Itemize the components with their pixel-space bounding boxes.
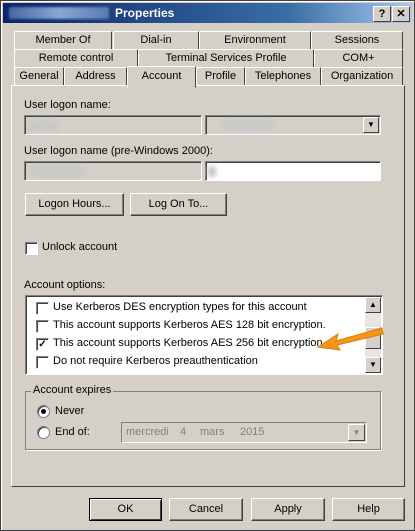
apply-button[interactable]: Apply [251, 498, 325, 521]
redacted-text [31, 166, 85, 177]
scroll-down-icon[interactable]: ▼ [365, 357, 381, 373]
unlock-account-label: Unlock account [42, 241, 118, 253]
date-year: 2015 [240, 426, 265, 438]
list-item[interactable]: ✓ This account supports Kerberos AES 256… [36, 336, 356, 352]
date-month: mars [200, 426, 225, 438]
option-label: Do not require Kerberos preauthenticatio… [53, 355, 258, 367]
logon-name-label: User logon name: [24, 99, 111, 111]
logon-name-pre2000-input[interactable] [205, 161, 381, 181]
expiry-date-picker: mercredi 4 mars 2015 ▼ [121, 422, 367, 443]
redacted-text [29, 120, 59, 131]
option-checkbox[interactable] [36, 356, 49, 369]
option-label: This account supports Kerberos AES 256 b… [53, 337, 326, 349]
calendar-dropdown-icon: ▼ [348, 424, 365, 441]
ok-button[interactable]: OK [89, 498, 162, 521]
option-label: This account supports Kerberos AES 128 b… [53, 319, 326, 331]
logon-hours-button[interactable]: Logon Hours... [25, 193, 124, 216]
account-options-label: Account options: [24, 279, 106, 291]
end-of-label: End of: [55, 426, 90, 438]
option-label: Use Kerberos DES encryption types for th… [53, 301, 307, 313]
domain-prefix-input [24, 161, 202, 181]
chevron-down-icon[interactable]: ▼ [363, 117, 379, 133]
list-item[interactable]: This account supports Kerberos AES 128 b… [36, 318, 356, 334]
logon-name-pre2000-label: User logon name (pre-Windows 2000): [24, 145, 213, 157]
log-on-to-button[interactable]: Log On To... [130, 193, 227, 216]
arrow-shape [316, 327, 384, 351]
annotation-arrow-icon [316, 327, 384, 351]
logon-name-input[interactable] [24, 115, 202, 135]
list-item[interactable]: Use Kerberos DES encryption types for th… [36, 300, 356, 316]
option-checkbox[interactable] [36, 320, 49, 333]
upn-suffix-select[interactable]: ▼ [205, 115, 381, 135]
list-item[interactable]: Do not require Kerberos preauthenticatio… [36, 354, 356, 370]
date-weekday: mercredi [126, 426, 169, 438]
scroll-up-icon[interactable]: ▲ [365, 297, 381, 313]
account-expires-label: Account expires [31, 384, 114, 396]
redacted-text [224, 120, 272, 131]
end-of-radio[interactable] [37, 426, 50, 439]
never-radio[interactable] [37, 405, 50, 418]
unlock-account-checkbox[interactable] [25, 242, 38, 255]
redacted-text [208, 166, 216, 177]
option-checkbox[interactable] [36, 302, 49, 315]
date-day: 4 [180, 426, 187, 438]
option-checkbox[interactable]: ✓ [36, 338, 49, 351]
help-button[interactable]: Help [332, 498, 405, 521]
cancel-button[interactable]: Cancel [169, 498, 243, 521]
never-label: Never [55, 405, 85, 417]
